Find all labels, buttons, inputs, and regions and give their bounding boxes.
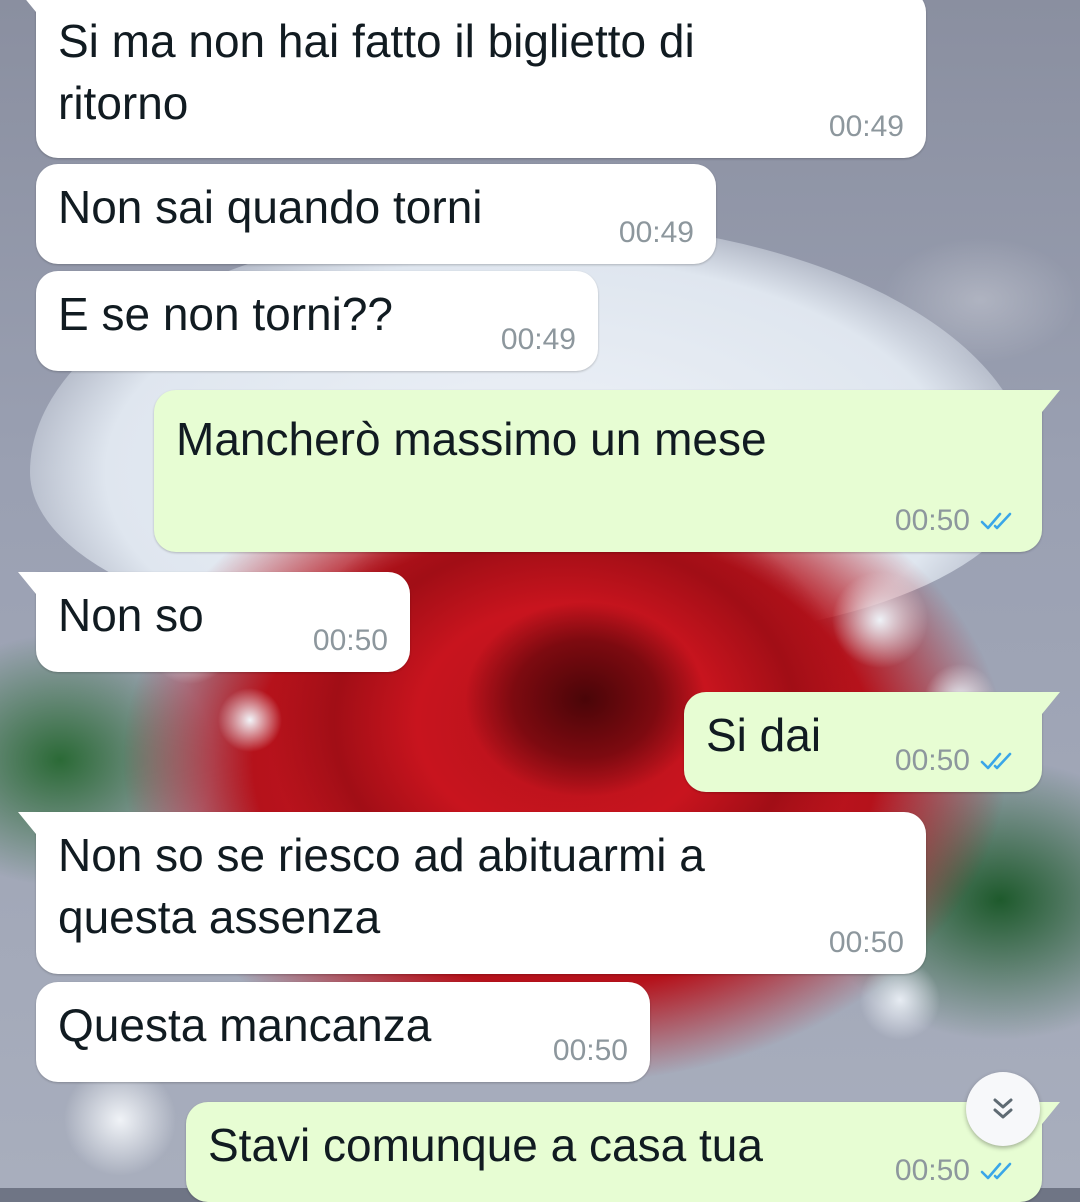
message-time: 00:50 [552,1034,628,1067]
message-bubble-incoming[interactable]: E se non torni?? 00:49 [36,271,598,371]
message-bubble-outgoing[interactable]: Si dai 00:50 [684,692,1060,792]
message-bubble-incoming[interactable]: Questa mancanza 00:50 [36,982,650,1082]
double-check-icon [980,752,1012,770]
message-time: 00:50 [894,1154,970,1187]
chevrons-down-icon [993,1098,1013,1119]
double-check-icon [980,512,1012,530]
message-meta: 00:50 [895,504,1020,538]
message-text: Mancherò massimo un mese [176,413,767,465]
message-text: Si ma non hai fatto il biglietto di rito… [58,15,695,129]
message-text: Si dai [706,709,822,761]
message-time: 00:50 [894,504,970,537]
message-text: Non sai quando torni [58,181,483,233]
message-time: 00:49 [828,110,904,143]
message-bubble-incoming[interactable]: Si ma non hai fatto il biglietto di rito… [18,0,926,158]
message-meta: 00:50 [553,1034,628,1068]
message-meta: 00:50 [895,1154,1020,1188]
message-time: 00:50 [312,624,388,657]
message-bubble-outgoing[interactable]: Stavi comunque a casa tua 00:50 [186,1102,1060,1202]
message-text: Non so [58,589,204,641]
message-meta: 00:49 [619,216,694,250]
message-meta: 00:49 [829,110,904,144]
message-text: Stavi comunque a casa tua [208,1119,763,1171]
message-time: 00:50 [894,744,970,777]
message-time: 00:49 [500,323,576,356]
message-bubble-outgoing[interactable]: Mancherò massimo un mese 00:50 [154,390,1060,552]
double-check-icon [980,1162,1012,1180]
message-bubble-incoming[interactable]: Non so se riesco ad abituarmi a questa a… [18,812,926,974]
message-bubble-incoming[interactable]: Non sai quando torni 00:49 [36,164,716,264]
scroll-to-bottom-button[interactable] [966,1072,1040,1146]
message-meta: 00:50 [895,744,1020,778]
message-list[interactable]: Si ma non hai fatto il biglietto di rito… [0,0,1080,1202]
message-text: E se non torni?? [58,288,394,340]
message-text: Questa mancanza [58,999,432,1051]
message-meta: 00:49 [501,323,576,357]
message-meta: 00:50 [313,624,388,658]
message-text: Non so se riesco ad abituarmi a questa a… [58,829,705,943]
message-bubble-incoming[interactable]: Non so 00:50 [18,572,410,672]
message-meta: 00:50 [829,926,904,960]
message-time: 00:49 [618,216,694,249]
message-time: 00:50 [828,926,904,959]
